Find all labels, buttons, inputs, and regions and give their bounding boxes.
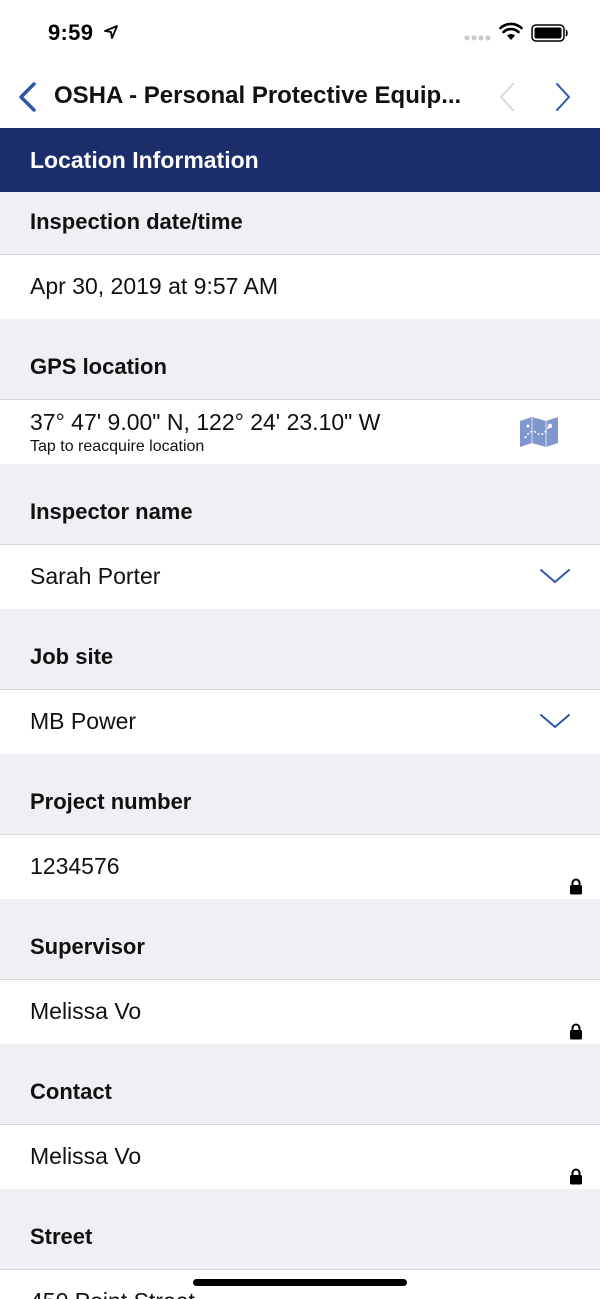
gps-reacquire-hint: Tap to reacquire location — [30, 438, 205, 455]
field-label-row: Contact — [0, 1044, 600, 1125]
field-label-row: Job site — [0, 609, 600, 690]
job-site-field[interactable]: MB Power — [0, 690, 600, 754]
wifi-icon — [499, 22, 523, 40]
street-value: 450 Point Street — [30, 1288, 195, 1299]
gps-location-value: 37° 47' 9.00" N, 122° 24' 23.10" W — [30, 409, 381, 435]
status-time: 9:59 — [48, 20, 94, 45]
nav-title: OSHA - Personal Protective Equip... — [54, 82, 462, 109]
supervisor-value: Melissa Vo — [30, 998, 142, 1024]
inspection-date-label: Inspection date/time — [30, 209, 243, 234]
gps-location-label: GPS location — [30, 354, 167, 379]
section-title: Location Information — [30, 147, 259, 173]
lock-icon — [570, 1168, 582, 1185]
inspection-date-field[interactable]: Apr 30, 2019 at 9:57 AM — [0, 255, 600, 319]
prev-chevron-icon[interactable] — [497, 82, 517, 112]
project-number-value: 1234576 — [30, 853, 120, 879]
field-label-row: Inspection date/time — [0, 192, 600, 255]
field-label-row: Inspector name — [0, 464, 600, 545]
inspector-name-field[interactable]: Sarah Porter — [0, 545, 600, 609]
field-label-row: Supervisor — [0, 899, 600, 980]
back-chevron-icon[interactable] — [16, 82, 38, 112]
field-label-row: Project number — [0, 754, 600, 835]
nav-bar: OSHA - Personal Protective Equip... — [0, 64, 600, 128]
street-label: Street — [30, 1224, 93, 1249]
field-label-row: Street — [0, 1189, 600, 1270]
inspector-name-value: Sarah Porter — [30, 563, 161, 589]
battery-icon — [531, 24, 568, 42]
home-indicator — [193, 1279, 407, 1286]
chevron-down-icon[interactable] — [539, 567, 571, 585]
job-site-label: Job site — [30, 644, 114, 669]
section-header: Location Information — [0, 128, 600, 192]
location-arrow-icon — [104, 25, 118, 39]
field-label-row: GPS location — [0, 319, 600, 400]
job-site-value: MB Power — [30, 708, 137, 734]
status-bar: 9:59 — [0, 0, 600, 64]
project-number-label: Project number — [30, 789, 192, 814]
inspector-name-label: Inspector name — [30, 499, 193, 524]
contact-field[interactable]: Melissa Vo — [0, 1125, 600, 1189]
lock-icon — [570, 1023, 582, 1040]
supervisor-field[interactable]: Melissa Vo — [0, 980, 600, 1044]
signal-dots-icon — [464, 35, 491, 41]
lock-icon — [570, 878, 582, 895]
inspection-date-value: Apr 30, 2019 at 9:57 AM — [30, 273, 279, 299]
contact-label: Contact — [30, 1079, 112, 1104]
location-form: Inspection date/time Apr 30, 2019 at 9:5… — [0, 192, 600, 1299]
map-icon[interactable] — [519, 416, 559, 448]
project-number-field[interactable]: 1234576 — [0, 835, 600, 899]
supervisor-label: Supervisor — [30, 934, 145, 959]
gps-location-field[interactable]: 37° 47' 9.00" N, 122° 24' 23.10" W Tap t… — [0, 400, 600, 464]
next-chevron-icon[interactable] — [553, 82, 573, 112]
chevron-down-icon[interactable] — [539, 712, 571, 730]
contact-value: Melissa Vo — [30, 1143, 142, 1169]
